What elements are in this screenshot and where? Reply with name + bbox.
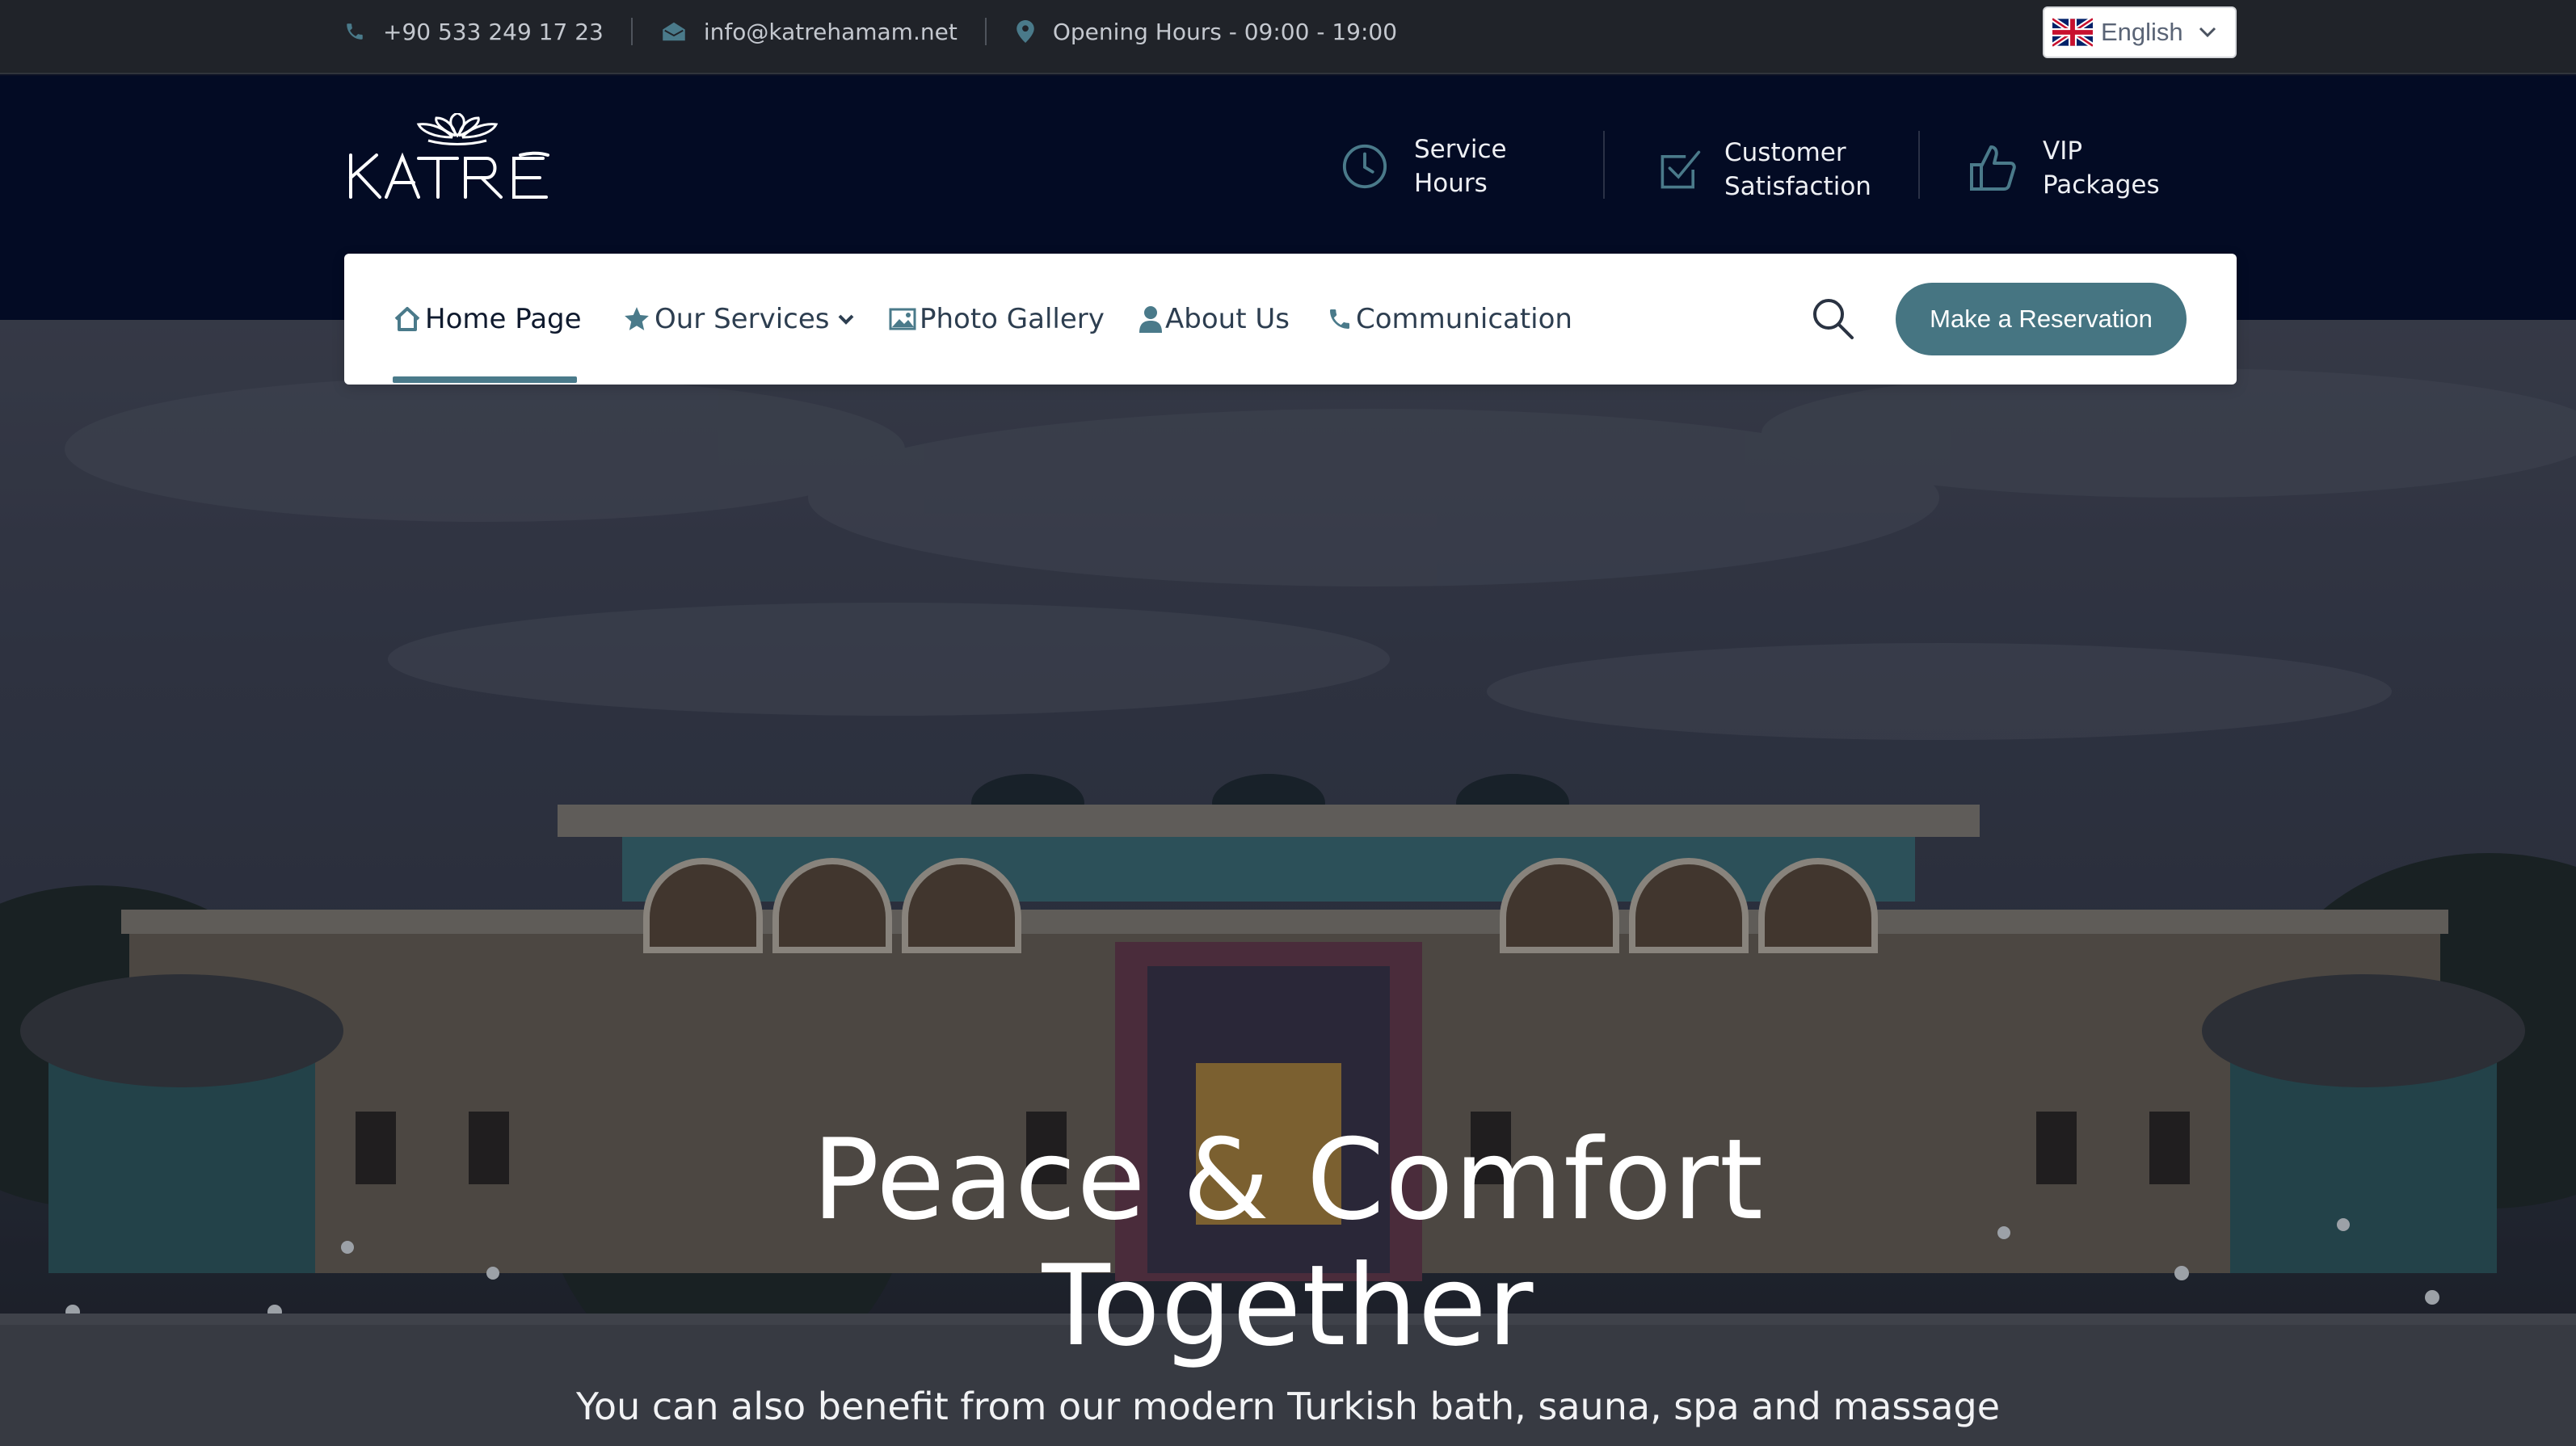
phone-text: +90 533 249 17 23 — [383, 18, 604, 45]
active-indicator — [393, 376, 577, 383]
email-link[interactable]: info@katrehamam.net — [662, 19, 958, 45]
feature-line1: Customer — [1724, 138, 1846, 167]
envelope-icon — [663, 22, 685, 41]
language-label: English — [2101, 18, 2183, 46]
feature-vip-packages: VIP Packages — [1967, 134, 2160, 202]
email-text: info@katrehamam.net — [703, 18, 958, 45]
chevron-down-icon — [2199, 27, 2216, 38]
language-select[interactable]: English — [2043, 6, 2237, 58]
nav-label: Our Services — [655, 303, 830, 335]
hero-subtitle: You can also benefit from our modern Tur… — [575, 1385, 2001, 1428]
map-pin-icon — [1017, 20, 1034, 43]
feature-line1: Service — [1414, 135, 1507, 164]
feature-line2: Satisfaction — [1724, 172, 1871, 201]
thumbs-up-icon — [1970, 145, 2016, 191]
chevron-down-icon — [839, 314, 854, 325]
nav-label: Communication — [1356, 303, 1572, 335]
nav-label: About Us — [1165, 303, 1290, 335]
phone-icon — [347, 23, 363, 40]
lotus-logo-icon — [349, 111, 549, 199]
divider — [1918, 131, 1920, 199]
nav-photo-gallery[interactable]: Photo Gallery — [889, 254, 1105, 385]
opening-hours: Opening Hours - 09:00 - 19:00 — [1016, 19, 1397, 45]
search-button[interactable] — [1808, 294, 1857, 343]
image-icon — [889, 308, 916, 330]
divider — [984, 18, 987, 45]
main-navigation: Home Page Our Services Photo Gallery Abo… — [344, 254, 2237, 385]
nav-home[interactable]: Home Page — [393, 254, 582, 385]
contact-info: +90 533 249 17 23 info@katrehamam.net Op… — [344, 0, 1397, 63]
star-icon — [625, 307, 649, 330]
nav-label: Home Page — [425, 303, 582, 335]
feature-customer-satisfaction: Customer Satisfaction — [1658, 136, 1871, 204]
feature-line2: Hours — [1414, 169, 1488, 198]
divider — [1603, 131, 1605, 199]
user-icon — [1139, 306, 1162, 333]
divider — [630, 18, 633, 45]
phone-link[interactable]: +90 533 249 17 23 — [344, 19, 604, 45]
hero-title-line2: Together — [1042, 1241, 1534, 1371]
phone-icon — [1330, 309, 1349, 329]
nav-our-services[interactable]: Our Services — [622, 254, 858, 385]
hero-section: Peace & Comfort Together You can also be… — [0, 320, 2576, 1446]
nav-about-us[interactable]: About Us — [1139, 254, 1290, 385]
top-bar: +90 533 249 17 23 info@katrehamam.net Op… — [0, 0, 2576, 74]
checkbox-icon — [1661, 150, 1701, 189]
search-icon — [1813, 299, 1854, 339]
feature-service-hours: Service Hours — [1341, 132, 1507, 200]
feature-line1: VIP — [2043, 137, 2083, 166]
nav-communication[interactable]: Communication — [1327, 254, 1572, 385]
hours-text: Opening Hours - 09:00 - 19:00 — [1052, 18, 1398, 45]
make-reservation-button[interactable]: Make a Reservation — [1896, 283, 2187, 355]
uk-flag-icon — [2052, 18, 2093, 47]
hero-title-line1: Peace & Comfort — [812, 1115, 1764, 1245]
nav-label: Photo Gallery — [920, 303, 1105, 335]
katre-logo[interactable] — [344, 111, 579, 210]
clock-icon — [1342, 144, 1387, 189]
feature-line2: Packages — [2043, 170, 2160, 200]
home-icon — [394, 307, 420, 331]
